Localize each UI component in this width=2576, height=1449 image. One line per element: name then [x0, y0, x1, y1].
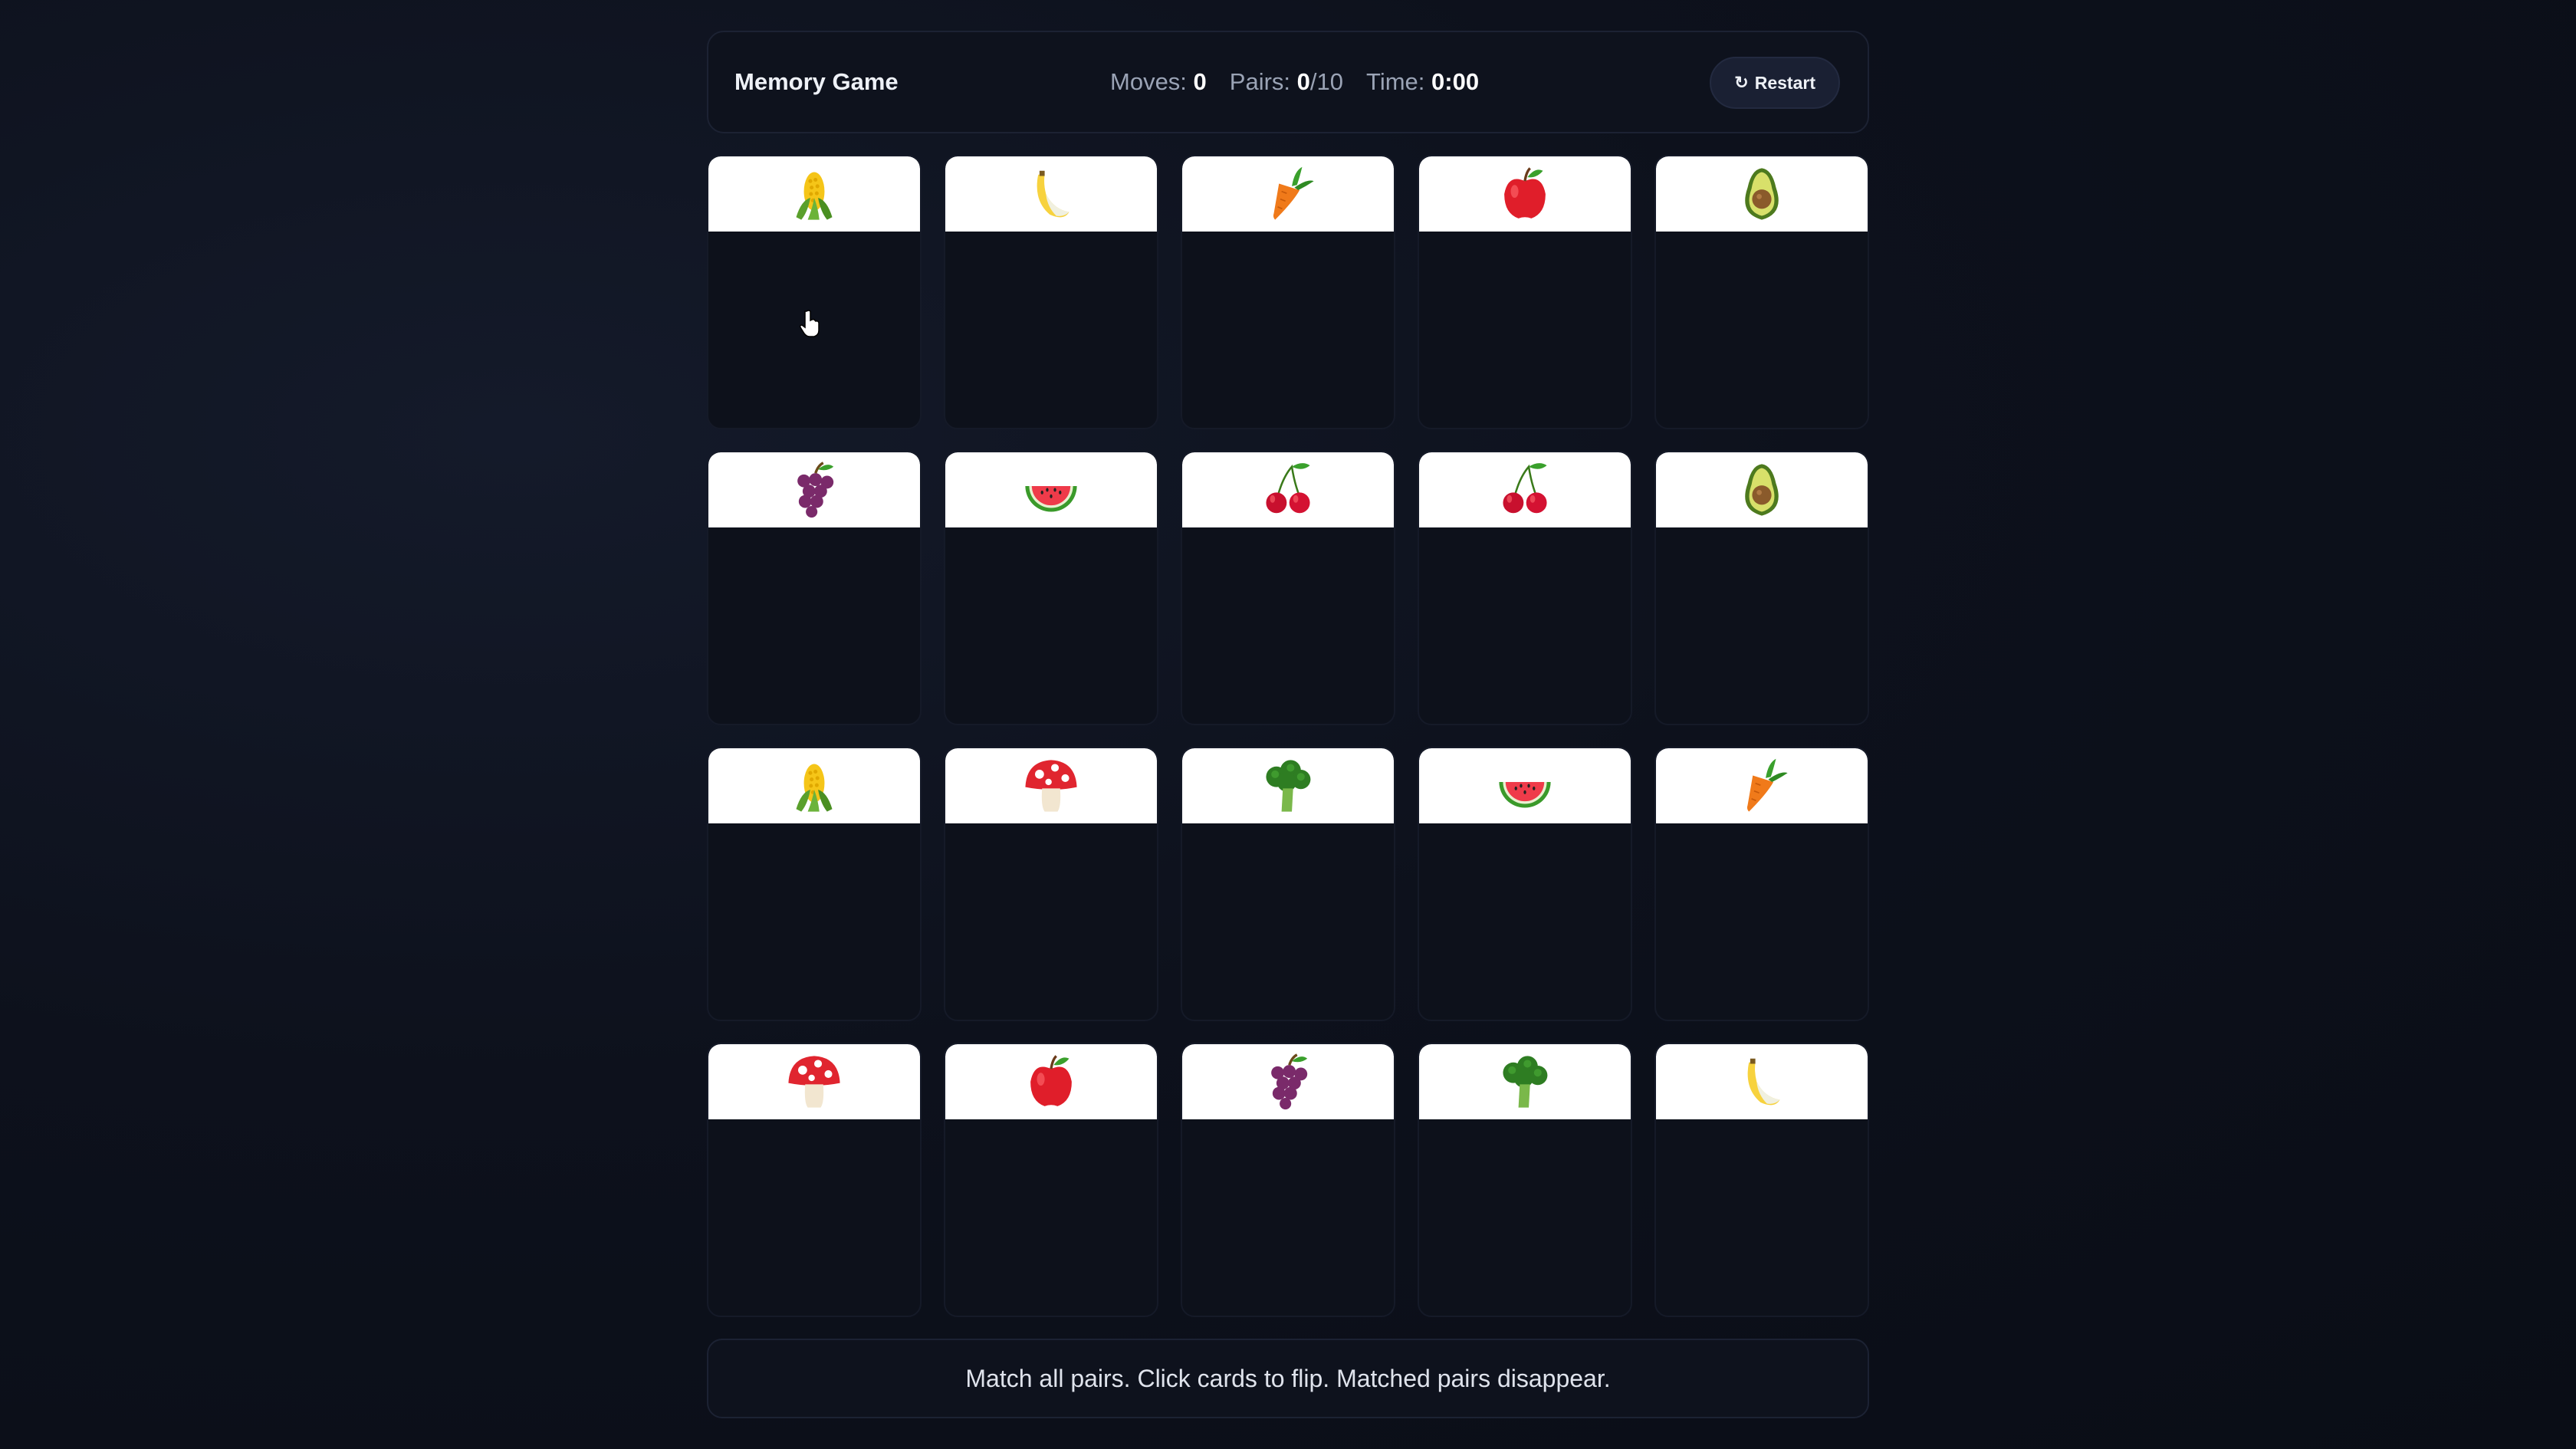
memory-card[interactable] [1181, 155, 1395, 429]
moves-stat: Moves: 0 [1110, 68, 1207, 96]
game-header: Memory Game Moves: 0 Pairs: 0/10 Time: 0… [707, 31, 1869, 133]
memory-card[interactable] [707, 1043, 922, 1317]
card-face [945, 156, 1157, 232]
card-face [708, 1044, 920, 1119]
refresh-icon: ↻ [1734, 73, 1749, 92]
carrot-icon [1273, 166, 1314, 220]
card-face [1182, 156, 1394, 232]
pairs-label: Pairs: [1229, 68, 1291, 95]
memory-card[interactable] [944, 155, 1158, 429]
card-face [1419, 452, 1631, 527]
memory-card[interactable] [1654, 155, 1869, 429]
card-face [1656, 748, 1868, 823]
memory-game-app: Memory Game Moves: 0 Pairs: 0/10 Time: 0… [707, 31, 1869, 1418]
watermelon-icon [1499, 781, 1551, 808]
memory-card[interactable] [1181, 1043, 1395, 1317]
grapes-icon [797, 462, 834, 518]
card-face [1656, 1044, 1868, 1119]
card-face [945, 452, 1157, 527]
restart-button[interactable]: ↻ Restart [1710, 57, 1840, 109]
apple-icon [1030, 1055, 1072, 1106]
card-face [1419, 748, 1631, 823]
memory-card[interactable] [1654, 451, 1869, 725]
instructions-panel: Match all pairs. Click cards to flip. Ma… [707, 1339, 1869, 1418]
corn-icon [796, 764, 833, 812]
card-face [1182, 748, 1394, 823]
card-face [1182, 1044, 1394, 1119]
memory-card[interactable] [1418, 747, 1632, 1021]
apple-icon [1504, 167, 1546, 219]
memory-card[interactable] [1418, 451, 1632, 725]
mushroom-icon [788, 1056, 840, 1108]
pairs-total: /10 [1309, 68, 1344, 95]
pairs-stat: Pairs: 0/10 [1230, 68, 1343, 96]
card-face [945, 1044, 1157, 1119]
banana-icon [1747, 1058, 1780, 1106]
card-face [1419, 156, 1631, 232]
broccoli-icon [1266, 760, 1311, 812]
time-value: 0:00 [1431, 68, 1480, 95]
pairs-value: 0 [1296, 68, 1310, 95]
memory-card[interactable] [1418, 1043, 1632, 1317]
mushroom-icon [1025, 760, 1077, 812]
card-face [708, 748, 920, 823]
card-grid [707, 155, 1869, 1317]
avocado-icon [1745, 168, 1779, 220]
card-face [708, 156, 920, 232]
restart-label: Restart [1754, 72, 1815, 93]
time-stat: Time: 0:00 [1366, 68, 1479, 96]
pointer-cursor-icon [800, 310, 820, 337]
cherries-icon [1503, 463, 1547, 514]
memory-card[interactable] [1654, 1043, 1869, 1317]
broccoli-icon [1503, 1056, 1548, 1108]
memory-card[interactable] [1654, 747, 1869, 1021]
moves-label: Moves: [1110, 68, 1187, 95]
card-face [1656, 452, 1868, 527]
card-face [1419, 1044, 1631, 1119]
card-face [1182, 452, 1394, 527]
cherries-icon [1266, 463, 1310, 514]
carrot-icon [1746, 758, 1788, 812]
memory-card[interactable] [944, 1043, 1158, 1317]
memory-card[interactable] [1418, 155, 1632, 429]
memory-card[interactable] [944, 747, 1158, 1021]
card-face [708, 452, 920, 527]
avocado-icon [1745, 464, 1779, 516]
memory-card[interactable] [707, 451, 922, 725]
game-title: Memory Game [734, 68, 899, 95]
corn-icon [796, 172, 833, 220]
memory-card[interactable] [1181, 747, 1395, 1021]
grapes-icon [1271, 1053, 1308, 1110]
banana-icon [1037, 170, 1070, 218]
stats-bar: Moves: 0 Pairs: 0/10 Time: 0:00 [1110, 32, 1479, 132]
memory-card[interactable] [1181, 451, 1395, 725]
watermelon-icon [1025, 485, 1077, 512]
memory-card[interactable] [707, 155, 922, 429]
card-face [945, 748, 1157, 823]
instructions-text: Match all pairs. Click cards to flip. Ma… [965, 1364, 1611, 1392]
memory-card[interactable] [944, 451, 1158, 725]
moves-value: 0 [1193, 68, 1207, 95]
card-face [1656, 156, 1868, 232]
time-label: Time: [1366, 68, 1425, 95]
memory-card[interactable] [707, 747, 922, 1021]
